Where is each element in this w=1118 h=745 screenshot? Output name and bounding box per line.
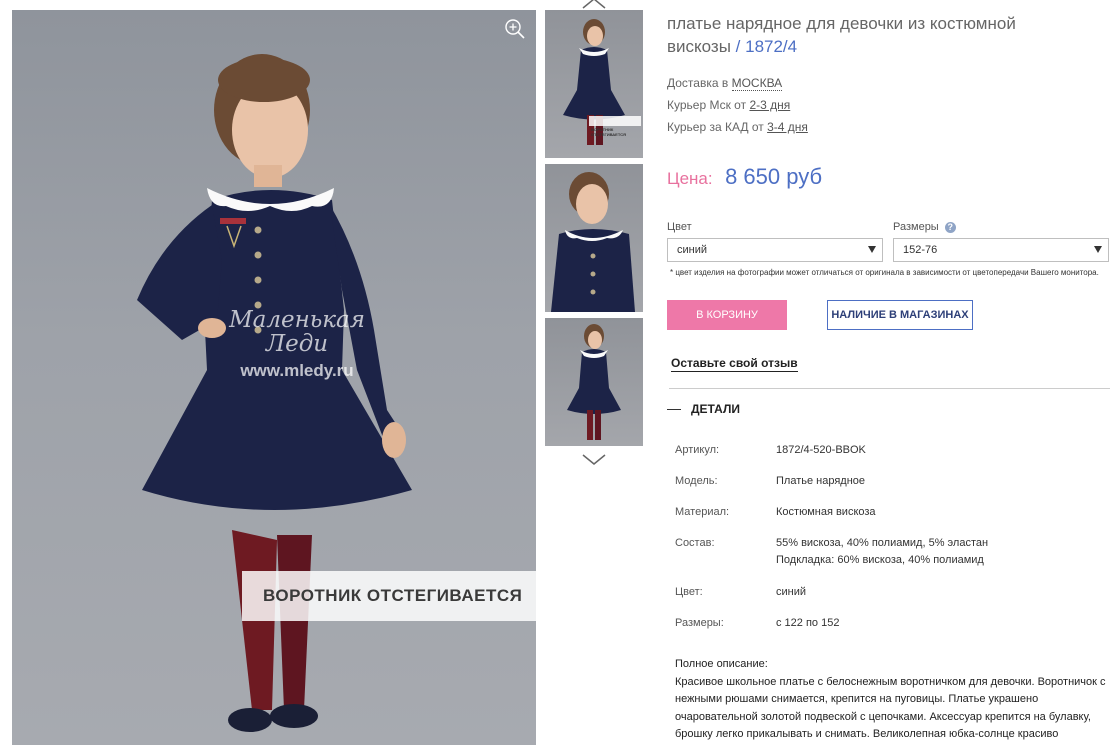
- spec-value: Платье нарядное: [776, 475, 866, 487]
- spec-key: Артикул:: [675, 444, 720, 456]
- delivery-prefix: Доставка в: [667, 76, 729, 90]
- size-label: Размеры: [893, 221, 939, 233]
- description-label: Полное описание:: [675, 658, 768, 670]
- spec-value: 55% вискоза, 40% полиамид, 5% эластан: [776, 537, 989, 549]
- delivery-info: Доставка в МОСКВА Курьер Мск от 2-3 дня …: [667, 72, 808, 138]
- courier-kad-prefix: Курьер за КАД от: [667, 120, 764, 134]
- thumbnail-2-image: [551, 172, 635, 312]
- add-to-cart-button[interactable]: В КОРЗИНУ: [667, 300, 787, 330]
- spec-value: 1872/4-520-BBOK: [776, 444, 866, 456]
- description-text: Красивое школьное платье с белоснежным в…: [675, 675, 1106, 741]
- thumbnail-2[interactable]: [545, 164, 643, 312]
- spec-value: синий: [776, 586, 807, 598]
- dropdown-arrow-icon: [868, 246, 876, 253]
- courier-msk-line: Курьер Мск от 2-3 дня: [667, 94, 808, 116]
- size-select[interactable]: 152-76: [893, 238, 1109, 262]
- delivery-line: Доставка в МОСКВА: [667, 72, 808, 94]
- collapse-dash-icon: [667, 409, 681, 411]
- courier-msk-days-link[interactable]: 2-3 дня: [749, 98, 790, 112]
- chevron-up-icon[interactable]: [581, 0, 607, 10]
- details-heading: ДЕТАЛИ: [691, 402, 740, 416]
- watermark-brand: Маленькая Леди: [229, 307, 365, 357]
- leave-review-link[interactable]: Оставьте свой отзыв: [671, 356, 798, 372]
- size-select-value: 152-76: [903, 244, 938, 256]
- thumbnail-1-caption: ВОРОТНИК ОТСТЕГИВАЕТСЯ: [591, 127, 627, 137]
- color-select[interactable]: синий: [667, 238, 883, 262]
- full-description: Полное описание: Красивое школьное плать…: [675, 656, 1109, 745]
- product-title: платье нарядное для девочки из костюмной…: [667, 12, 1027, 58]
- color-select-value: синий: [677, 244, 708, 256]
- spec-key: Состав:: [675, 537, 715, 549]
- spec-key: Размеры:: [675, 617, 724, 629]
- spec-value: Костюмная вискоза: [776, 506, 876, 518]
- delivery-city-link[interactable]: МОСКВА: [731, 76, 783, 91]
- photo-caption: ВОРОТНИК ОТСТЕГИВАЕТСЯ: [242, 571, 536, 621]
- divider: [669, 388, 1110, 389]
- courier-kad-line: Курьер за КАД от 3-4 дня: [667, 116, 808, 138]
- dropdown-arrow-icon: [1094, 246, 1102, 253]
- thumbnail-3[interactable]: [545, 318, 643, 446]
- spec-value: с 122 по 152: [776, 617, 840, 629]
- main-product-photo[interactable]: Маленькая Леди www.mledy.ru ВОРОТНИК ОТС…: [12, 10, 536, 745]
- watermark: Маленькая Леди www.mledy.ru: [222, 308, 372, 379]
- spec-key: Цвет:: [675, 586, 703, 598]
- details-toggle[interactable]: ДЕТАЛИ: [667, 402, 740, 416]
- thumbnail-1[interactable]: ВОРОТНИК ОТСТЕГИВАЕТСЯ: [545, 10, 643, 158]
- color-disclaimer: * цвет изделия на фотографии может отлич…: [670, 268, 1099, 277]
- watermark-url: www.mledy.ru: [240, 361, 354, 380]
- spec-key: Материал:: [675, 506, 730, 518]
- thumbnail-3-image: [567, 324, 621, 440]
- price-value: 8 650 руб: [725, 164, 823, 189]
- store-availability-button[interactable]: НАЛИЧИЕ В МАГАЗИНАХ: [827, 300, 973, 330]
- product-article: / 1872/4: [735, 37, 798, 56]
- price-label: Цена:: [667, 169, 713, 188]
- help-icon[interactable]: ?: [944, 222, 956, 233]
- spec-key: Модель:: [675, 475, 718, 487]
- size-label-wrap: Размеры?: [893, 221, 956, 233]
- spec-value-lining: Подкладка: 60% вискоза, 40% полиамид: [776, 554, 984, 566]
- color-label: Цвет: [667, 221, 692, 233]
- zoom-in-icon[interactable]: [504, 18, 526, 40]
- chevron-down-icon[interactable]: [581, 453, 607, 467]
- thumbnail-strip: ВОРОТНИК ОТСТЕГИВАЕТСЯ: [545, 0, 643, 470]
- courier-kad-days-link[interactable]: 3-4 дня: [767, 120, 808, 134]
- courier-msk-prefix: Курьер Мск от: [667, 98, 747, 112]
- product-title-text: платье нарядное для девочки из костюмной…: [667, 14, 1016, 56]
- price-block: Цена: 8 650 руб: [667, 164, 822, 190]
